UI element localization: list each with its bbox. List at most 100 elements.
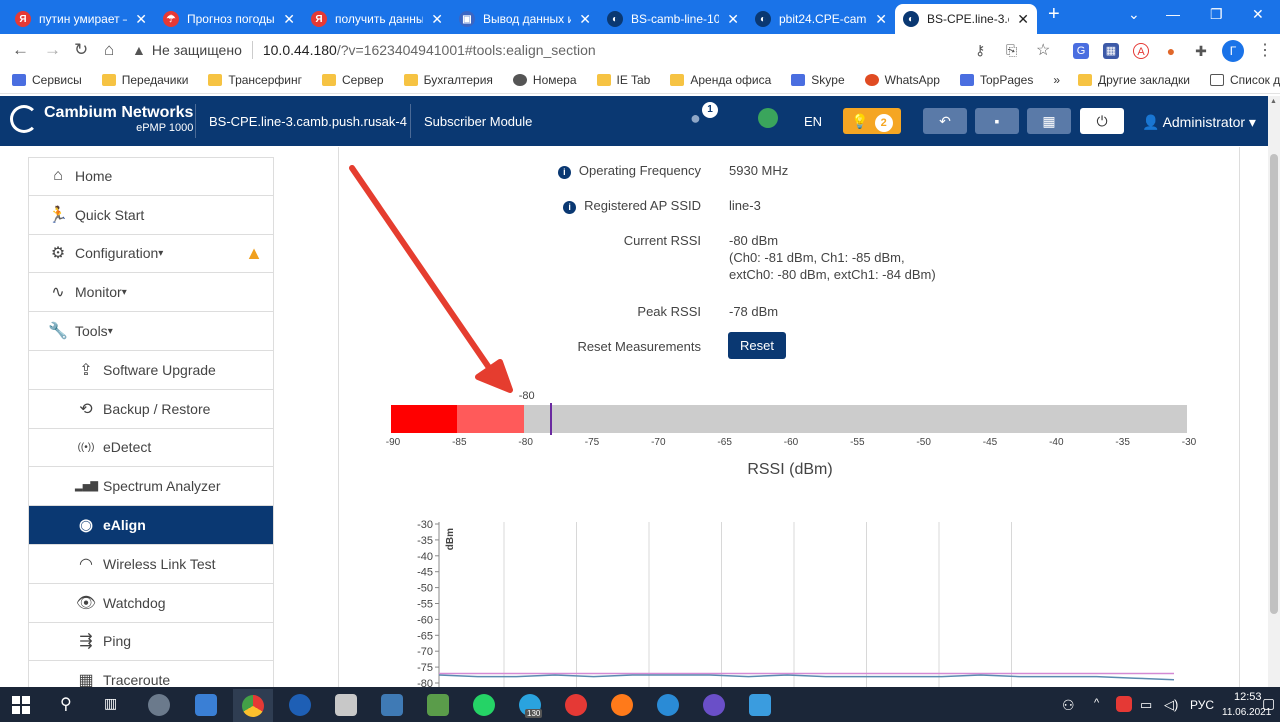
adblock-ext-icon[interactable]: A	[1133, 43, 1149, 59]
user-app-icon[interactable]	[148, 694, 170, 716]
close-tab-icon[interactable]: ✕	[135, 11, 147, 28]
bookmark-item[interactable]: Номера	[512, 73, 577, 87]
bookmarks-overflow[interactable]: »	[1053, 73, 1060, 87]
sidebar-item-watchdog[interactable]: 👁 Watchdog	[28, 583, 274, 623]
globe-icon[interactable]	[758, 108, 778, 128]
user-sessions-icon[interactable]: ● 1	[690, 102, 718, 129]
language-selector[interactable]: EN	[804, 114, 822, 129]
edge-icon[interactable]	[657, 694, 679, 716]
browser-tab[interactable]: ◐ pbit24.CPE-camb ✕	[747, 4, 895, 34]
browser-tab[interactable]: ◐ BS-CPE.line-3.cam ✕	[895, 4, 1037, 34]
search-icon[interactable]: ⚲	[60, 694, 72, 714]
sidebar-item-monitor[interactable]: ∿ Monitor ▾	[28, 273, 274, 313]
grid-ext-icon[interactable]: ▦	[1103, 43, 1119, 59]
tray-overflow-icon[interactable]: ^	[1094, 697, 1099, 709]
close-tab-icon[interactable]: ✕	[727, 11, 739, 28]
bookmark-item[interactable]: Бухгалтерия	[403, 73, 493, 87]
info-icon[interactable]: i	[557, 166, 571, 179]
forward-icon[interactable]: →	[44, 40, 61, 60]
save-button[interactable]: ▪	[975, 108, 1019, 134]
translate-ext-icon[interactable]: G	[1073, 43, 1089, 59]
reboot-device-button[interactable]: ▦	[1027, 108, 1071, 134]
scrollbar-thumb[interactable]	[1270, 154, 1278, 614]
bookmark-item[interactable]: WhatsApp	[864, 73, 940, 87]
close-tab-icon[interactable]: ✕	[579, 11, 591, 28]
people-icon[interactable]: ⚇	[1062, 697, 1075, 714]
task-view-icon[interactable]: ▥	[104, 695, 117, 712]
notifications-icon[interactable]: ▢	[1262, 695, 1275, 712]
bookmark-item[interactable]: Аренда офиса	[670, 73, 771, 87]
sidebar-item-home[interactable]: ⌂ Home	[28, 157, 274, 196]
url-field[interactable]: ▲ Не защищено 10.0.44.180 /?v=1623404941…	[132, 36, 1062, 64]
chrome-taskbar-item[interactable]	[233, 689, 273, 722]
network-tray-icon[interactable]: ▭	[1140, 697, 1152, 713]
sidebar-item-configuration[interactable]: ⚙ Configuration ▾ ▲	[28, 234, 274, 274]
app-icon[interactable]	[749, 694, 771, 716]
bookmark-item[interactable]: TopPages	[959, 73, 1033, 87]
volume-tray-icon[interactable]: ◁)	[1164, 697, 1178, 713]
extensions-puzzle-icon[interactable]: ✚	[1193, 43, 1209, 59]
browser-menu-icon[interactable]: ⋮	[1257, 40, 1273, 60]
restore-icon[interactable]: ❐	[1210, 6, 1223, 23]
sidebar-item-software-upgrade[interactable]: ⇪ Software Upgrade	[28, 350, 274, 390]
warning-icon[interactable]: ▲	[245, 243, 263, 264]
bookmark-item[interactable]: Сервисы	[12, 73, 82, 87]
browser-tab[interactable]: ▣ Вывод данных и ✕	[451, 4, 599, 34]
info-icon[interactable]: i	[563, 201, 577, 214]
scroll-up-icon[interactable]: ▲	[1270, 98, 1277, 105]
winbox-icon[interactable]	[335, 694, 357, 716]
key-icon[interactable]: ⚷	[975, 42, 985, 59]
sidebar-item-edetect[interactable]: ((•)) eDetect	[28, 428, 274, 468]
sidebar-item-ping[interactable]: ⇶ Ping	[28, 622, 274, 662]
profile-avatar[interactable]: Г	[1222, 40, 1244, 62]
close-tab-icon[interactable]: ✕	[875, 11, 887, 28]
cambium-app-icon[interactable]	[289, 694, 311, 716]
undo-button[interactable]: ↶	[923, 108, 967, 134]
bookmark-item[interactable]: IE Tab	[596, 73, 650, 87]
antivirus-tray-icon[interactable]	[1116, 696, 1132, 712]
not-secure-icon[interactable]: ▲	[132, 42, 146, 58]
bookmark-item[interactable]: Сервер	[321, 73, 384, 87]
pdf-app-icon[interactable]	[565, 694, 587, 716]
back-icon[interactable]: ←	[12, 40, 29, 60]
bookmark-star-icon[interactable]: ☆	[1036, 40, 1050, 60]
close-window-icon[interactable]: ✕	[1252, 6, 1264, 23]
alerts-button[interactable]: 💡 2	[843, 108, 901, 134]
translate-icon[interactable]: ⎘	[1006, 42, 1017, 59]
bookmark-item[interactable]: Передачики	[101, 73, 188, 87]
sidebar-item-wireless-link-test[interactable]: ◠ Wireless Link Test	[28, 544, 274, 584]
firefox-icon[interactable]	[611, 694, 633, 716]
app-icon[interactable]	[427, 694, 449, 716]
network-app-icon[interactable]	[381, 694, 403, 716]
bookmark-item[interactable]: Skype	[791, 73, 845, 87]
browser-tab[interactable]: Яполучить данны ✕	[303, 4, 451, 34]
tab-search-icon[interactable]: ⌄	[1128, 6, 1140, 23]
clock-time[interactable]: 12:53	[1234, 691, 1262, 703]
reset-button[interactable]: Reset	[728, 332, 786, 359]
sidebar-item-tools[interactable]: 🔧 Tools ▾	[28, 312, 274, 351]
bookmark-reading-list[interactable]: Список для чтения	[1210, 73, 1280, 87]
sidebar-item-quick-start[interactable]: 🏃 Quick Start	[28, 195, 274, 235]
sidebar-item-backup-restore[interactable]: ⟲ Backup / Restore	[28, 389, 274, 429]
bookmark-item[interactable]: Трансерфинг	[208, 73, 302, 87]
input-language[interactable]: РУС	[1190, 698, 1214, 712]
close-tab-icon[interactable]: ✕	[1017, 11, 1029, 28]
new-tab-button[interactable]: +	[1048, 3, 1060, 26]
messenger-icon[interactable]	[703, 694, 725, 716]
home-browser-icon[interactable]: ⌂	[104, 40, 114, 60]
power-button[interactable]: ⏻	[1080, 108, 1124, 134]
page-scrollbar[interactable]: ▲	[1268, 96, 1280, 687]
browser-tab[interactable]: ☂ Прогноз погоды ✕	[155, 4, 303, 34]
remote-desktop-icon[interactable]	[195, 694, 217, 716]
reload-icon[interactable]: ↻	[74, 40, 88, 60]
sidebar-item-ealign[interactable]: ◉ eAlign	[28, 506, 274, 545]
telegram-icon[interactable]: 130	[519, 694, 543, 718]
user-menu[interactable]: 👤 Administrator ▾	[1142, 114, 1256, 131]
browser-tab[interactable]: Япутин умирает – ✕	[7, 4, 155, 34]
fire-ext-icon[interactable]: ●	[1163, 43, 1179, 59]
sidebar-item-spectrum-analyzer[interactable]: ▂▅▇ Spectrum Analyzer	[28, 467, 274, 507]
bookmark-other[interactable]: Другие закладки	[1078, 73, 1190, 87]
cambium-logo[interactable]: Cambium Networks ePMP 1000	[10, 104, 193, 134]
windows-start-icon[interactable]	[12, 696, 30, 714]
close-tab-icon[interactable]: ✕	[283, 11, 295, 28]
